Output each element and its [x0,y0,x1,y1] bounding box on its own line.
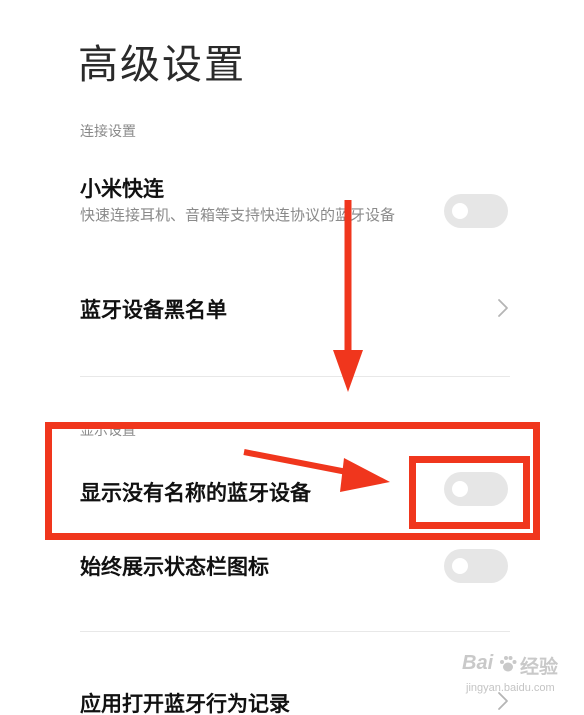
toggle-knob [452,481,468,497]
page-title: 高级设置 [78,42,246,88]
watermark-brand: Bai [462,652,494,674]
section-label-display: 显示设置 [80,423,136,439]
toggle-knob [452,203,468,219]
baidu-jingyan-watermark: Bai 经验 jingyan.baidu.com [462,652,574,702]
setting-title: 始终展示状态栏图标 [80,555,269,579]
setting-title: 蓝牙设备黑名单 [80,298,227,322]
always-show-status-icon-toggle[interactable] [444,549,508,583]
setting-title: 应用打开蓝牙行为记录 [80,692,290,715]
section-divider [80,376,510,377]
section-divider [80,631,510,632]
baidu-paw-icon [500,656,517,672]
watermark-domain: jingyan.baidu.com [466,682,555,694]
annotation-arrows [243,200,390,492]
advanced-settings-page: 高级设置 连接设置 小米快连 快速连接耳机、音箱等支持快连协议的蓝牙设备 蓝牙设… [0,0,584,715]
toggle-knob [452,558,468,574]
section-label-connection: 连接设置 [80,124,136,140]
setting-description: 快速连接耳机、音箱等支持快连协议的蓝牙设备 [80,206,396,224]
xiaomi-fast-connect-toggle[interactable] [444,194,508,228]
annotation-down-arrow [333,200,363,392]
chevron-right-icon [498,299,508,317]
setting-title: 显示没有名称的蓝牙设备 [80,481,311,505]
show-unnamed-devices-toggle[interactable] [444,472,508,506]
watermark-brand-cn: 经验 [520,657,559,678]
setting-title: 小米快连 [80,177,164,201]
